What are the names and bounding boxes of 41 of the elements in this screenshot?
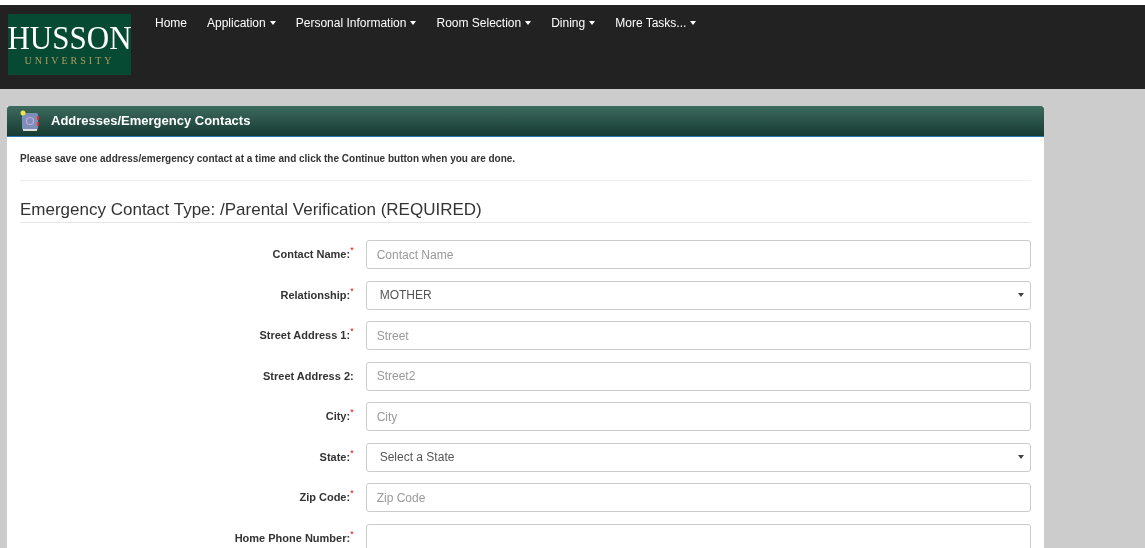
required-mark: * bbox=[350, 246, 354, 256]
address-book-icon bbox=[19, 110, 41, 132]
instructions-text: Please save one address/emergency contact at a time and click the Continue button when you are done. bbox=[20, 137, 1031, 181]
caret-icon bbox=[690, 21, 697, 25]
required-mark: * bbox=[350, 489, 354, 499]
nav-menu-item[interactable]: Home bbox=[145, 16, 197, 30]
nav-menu-item[interactable]: Application bbox=[197, 16, 286, 30]
field-label: Zip Code: bbox=[299, 491, 351, 506]
caret-icon bbox=[589, 21, 596, 25]
section-heading: Emergency Contact Type: /Parental Verification (REQUIRED) bbox=[20, 181, 1031, 223]
university-logo[interactable]: HUSSON UNIVERSITY bbox=[8, 14, 131, 75]
caret-icon bbox=[525, 21, 532, 25]
field-label: Street Address 2: bbox=[263, 368, 354, 384]
field-label: Street Address 1: bbox=[259, 329, 351, 344]
dropdown-field[interactable]: MOTHER bbox=[365, 280, 1031, 310]
nav-menu-item[interactable]: Room Selection bbox=[426, 16, 542, 30]
caret-icon bbox=[269, 21, 276, 25]
text-field[interactable] bbox=[365, 523, 1031, 548]
text-field[interactable]: Street2 bbox=[365, 361, 1031, 391]
text-field[interactable]: Zip Code bbox=[365, 483, 1031, 512]
nav-menu-item[interactable]: More Tasks... bbox=[605, 16, 707, 30]
field-label: Contact Name: bbox=[272, 248, 351, 263]
required-mark: * bbox=[350, 286, 354, 296]
field-label: Home Phone Number: bbox=[234, 530, 351, 546]
required-mark: * bbox=[350, 327, 354, 337]
nav-menu-item[interactable]: Personal Information bbox=[285, 16, 427, 30]
caret-icon bbox=[1018, 293, 1024, 297]
required-mark: * bbox=[350, 448, 354, 458]
required-mark: * bbox=[350, 408, 354, 418]
field-label: Relationship: bbox=[280, 287, 351, 303]
required-mark: * bbox=[350, 529, 354, 539]
caret-icon bbox=[1018, 455, 1024, 459]
text-field[interactable]: Contact Name bbox=[365, 240, 1031, 269]
nav-menu-item[interactable]: Dining bbox=[541, 16, 606, 30]
dropdown-field[interactable]: Select a State bbox=[365, 442, 1031, 472]
text-field[interactable]: Street bbox=[365, 321, 1031, 350]
text-field[interactable]: City bbox=[365, 402, 1031, 431]
panel-title: Addresses/Emergency Contacts bbox=[51, 112, 251, 131]
field-label: City: bbox=[325, 410, 351, 425]
field-label: State: bbox=[319, 449, 351, 465]
caret-icon bbox=[410, 21, 417, 25]
